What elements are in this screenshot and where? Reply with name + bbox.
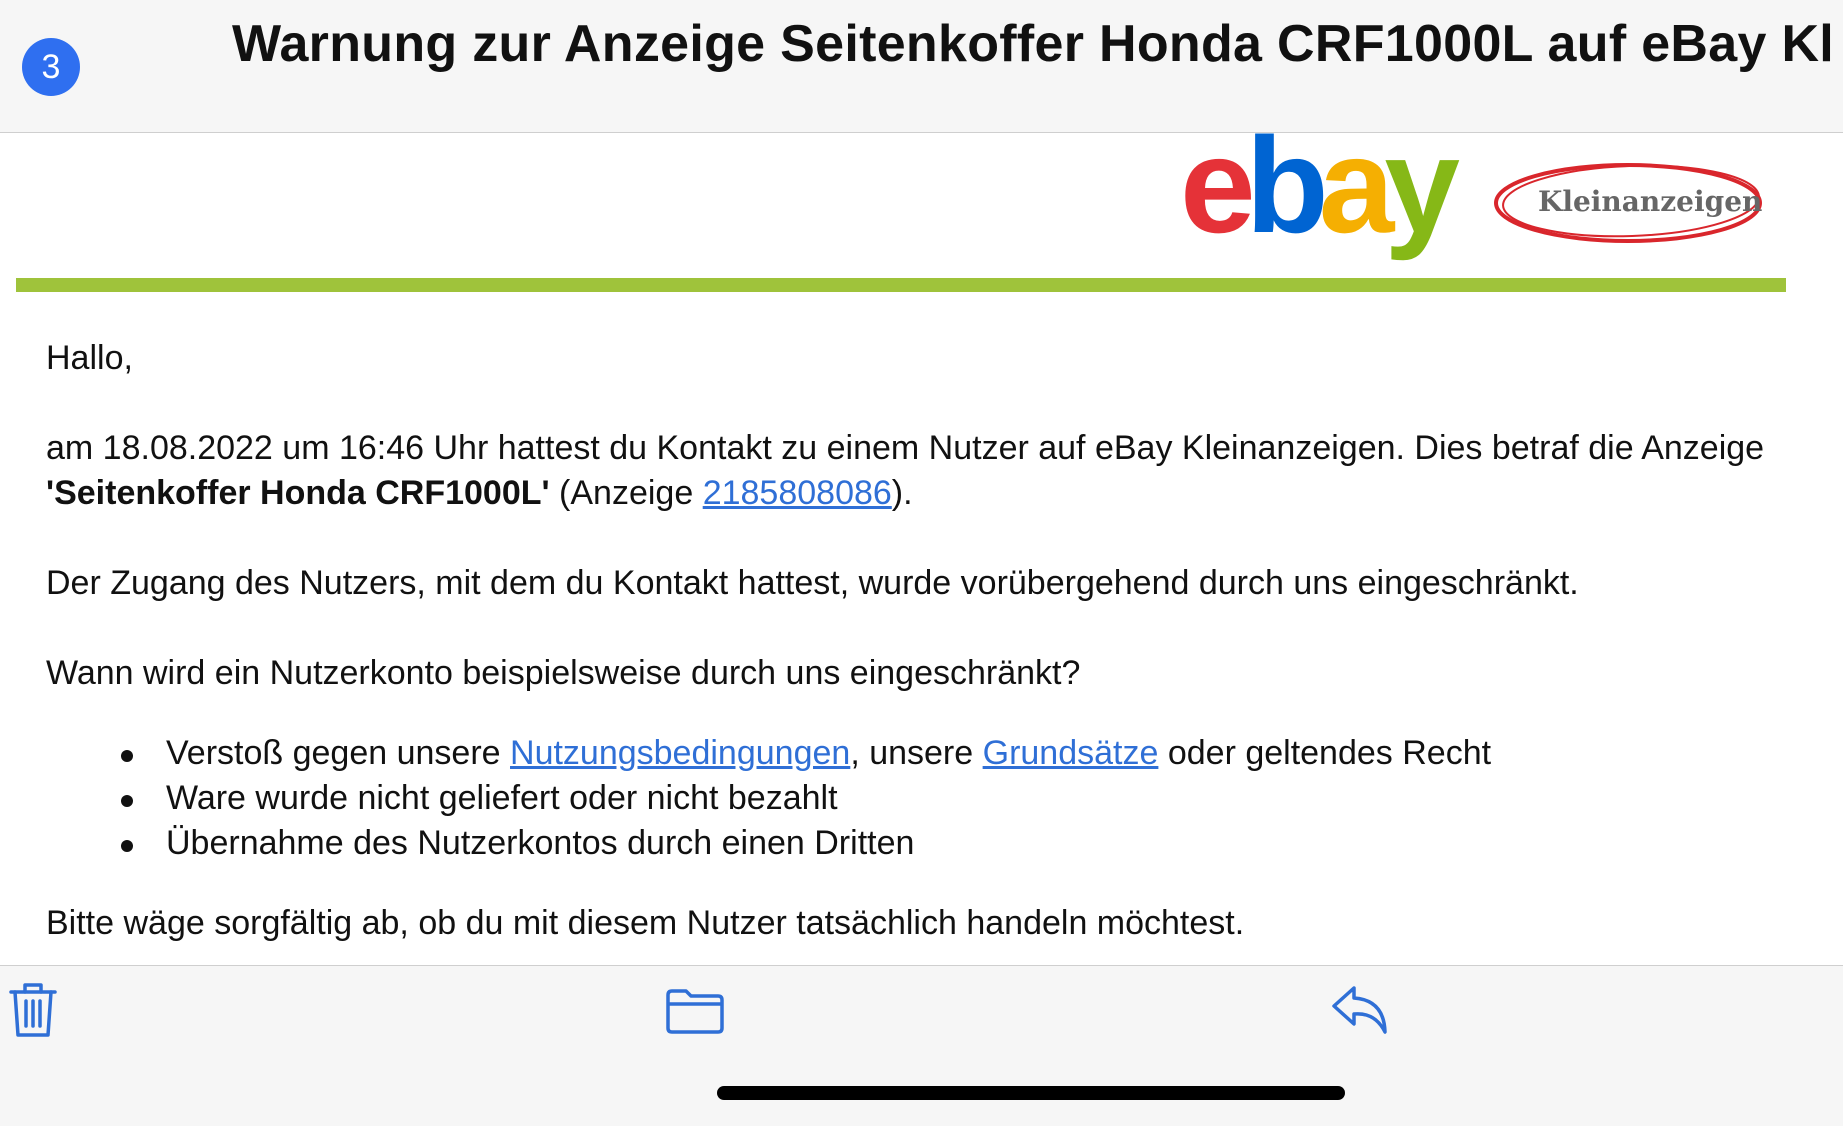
list-item: Übernahme des Nutzerkontos durch einen D… [121, 821, 1806, 866]
list-item: Ware wurde nicht geliefert oder nicht be… [121, 776, 1806, 821]
move-to-folder-button[interactable] [665, 988, 725, 1039]
reply-button[interactable] [1330, 984, 1390, 1043]
terms-link[interactable]: Nutzungsbedingungen [510, 734, 850, 772]
mail-header: 3 Warnung zur Anzeige Seitenkoffer Honda… [0, 0, 1843, 133]
kleinanzeigen-tagline: Kleinanzeigen [1538, 185, 1763, 218]
restriction-paragraph: Der Zugang des Nutzers, mit dem du Konta… [46, 564, 1579, 602]
delete-button[interactable] [8, 980, 58, 1045]
trash-icon [9, 983, 57, 1037]
greeting: Hallo, [46, 339, 133, 377]
listing-suffix: ). [891, 474, 913, 512]
reason-1-mid: , unsere [850, 734, 983, 772]
email-subject: Warnung zur Anzeige Seitenkoffer Honda C… [232, 15, 1832, 73]
listing-title: 'Seitenkoffer Honda CRF1000L' [46, 474, 550, 512]
ebay-kleinanzeigen-logo: ebay Kleinanzeigen [1170, 109, 1790, 261]
reasons-question: Wann wird ein Nutzerkonto beispielsweise… [46, 654, 1081, 692]
contact-paragraph: am 18.08.2022 um 16:46 Uhr hattest du Ko… [46, 426, 1806, 516]
ebay-letter-b: b [1245, 109, 1329, 261]
ebay-letter-y: y [1384, 109, 1460, 261]
green-divider [16, 278, 1786, 292]
listing-id-link[interactable]: 2185808086 [703, 474, 892, 512]
ebay-letter-e: e [1180, 109, 1256, 261]
ebay-wordmark: ebay [1180, 107, 1460, 263]
listing-prefix: (Anzeige [549, 474, 703, 512]
list-item: Verstoß gegen unsere Nutzungsbedingungen… [121, 731, 1806, 776]
reason-1-text: Verstoß gegen unsere [166, 734, 511, 772]
principles-link[interactable]: Grundsätze [983, 734, 1159, 772]
contact-text: am 18.08.2022 um 16:46 Uhr hattest du Ko… [46, 429, 1765, 467]
folder-icon [666, 989, 724, 1034]
reason-1-end: oder geltendes Recht [1158, 734, 1492, 772]
ebay-letter-a: a [1318, 109, 1395, 261]
reasons-list: Verstoß gegen unsere Nutzungsbedingungen… [46, 731, 1806, 866]
reply-icon [1332, 986, 1387, 1034]
home-indicator[interactable] [717, 1086, 1345, 1100]
advice-paragraph: Bitte wäge sorgfältig ab, ob du mit dies… [46, 904, 1245, 942]
unread-count-badge[interactable]: 3 [22, 38, 80, 96]
bottom-toolbar [0, 965, 1843, 1126]
email-body: Hallo, am 18.08.2022 um 16:46 Uhr hattes… [46, 336, 1806, 946]
